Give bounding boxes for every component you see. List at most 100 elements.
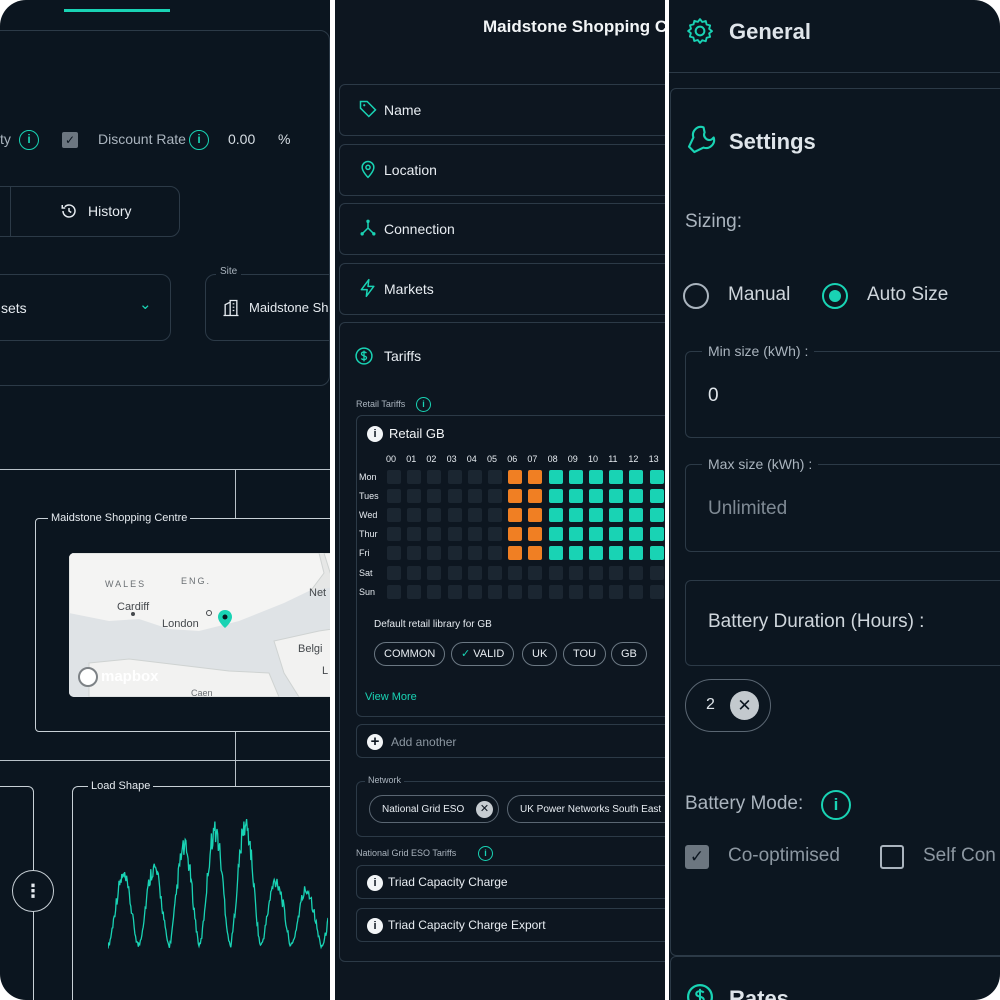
network-chip[interactable]: UK Power Networks South East <box>507 795 665 823</box>
tariff-item[interactable]: i Triad Capacity Charge <box>356 865 665 899</box>
network-chip[interactable]: National Grid ESO ✕ <box>369 795 499 823</box>
mode-checkbox-self-consumption[interactable]: Self Con <box>880 843 1000 871</box>
discount-rate-input[interactable]: 0.00 <box>228 131 255 147</box>
section-location[interactable]: Location <box>339 144 665 196</box>
network-legend: Network <box>365 775 405 785</box>
check-icon: ✓ <box>461 648 474 660</box>
tou-grid: 00 01 02 03 04 05 06 07 08 09 10 11 12 13 Mon Tues Wed Th… <box>357 416 665 616</box>
retail-tariff-card[interactable]: i Retail GB 00 01 02 03 04 05 06 07 08 09 10 11 12 13… <box>356 415 665 717</box>
info-icon[interactable]: i <box>478 846 493 861</box>
tou-cell <box>387 470 401 484</box>
tou-cell <box>629 527 644 542</box>
day-label: Tues <box>359 491 379 502</box>
tou-cell <box>528 584 543 599</box>
tou-cell <box>629 584 644 599</box>
assets-select[interactable]: sets ⌄ <box>0 274 171 341</box>
tou-cell <box>467 527 482 542</box>
info-icon[interactable]: i <box>19 130 39 150</box>
tou-cell <box>649 527 664 542</box>
radio-label: Auto Size <box>867 284 949 305</box>
hour-label: 07 <box>527 454 538 464</box>
connection-icon <box>360 219 376 236</box>
view-more-link[interactable]: View More <box>365 691 417 703</box>
active-tab-indicator <box>64 9 170 12</box>
radio-dot <box>829 290 841 302</box>
tou-cell <box>649 546 664 561</box>
site-legend: Site <box>216 266 242 277</box>
dollar-icon <box>687 984 713 1000</box>
hour-label: 13 <box>648 454 659 464</box>
settings-header[interactable]: Settings <box>685 124 885 158</box>
section-markets[interactable]: Markets <box>339 263 665 315</box>
section-label: Name <box>384 102 422 118</box>
pin-icon <box>361 160 375 179</box>
toggle-divider <box>10 187 11 236</box>
min-size-value: 0 <box>708 385 719 406</box>
tou-cell <box>528 508 543 523</box>
history-button[interactable]: History <box>60 200 160 224</box>
tou-cell <box>589 527 603 542</box>
site-map-card[interactable]: Maidstone Shopping Centre WALES ENG. Car… <box>35 512 330 732</box>
discount-checkbox[interactable]: ✓ <box>62 132 78 148</box>
tou-cell <box>528 470 543 484</box>
map-place-label: WALES <box>105 579 147 589</box>
site-select[interactable]: Site Maidstone Sh <box>205 266 330 341</box>
max-size-placeholder: Unlimited <box>708 498 788 519</box>
info-icon[interactable]: i <box>367 918 383 934</box>
tou-cell <box>629 489 644 504</box>
load-shape-chart <box>108 819 328 950</box>
radio-circle <box>683 283 709 309</box>
tariff-item[interactable]: i Triad Capacity Charge Export <box>356 908 665 942</box>
day-label: Sun <box>359 586 376 597</box>
info-icon[interactable]: i <box>821 790 851 820</box>
load-shape-card[interactable]: Load Shape <box>72 780 330 1000</box>
mode-checkbox-co-optimised[interactable]: ✓ Co-optimised <box>685 843 865 871</box>
radio-label: Manual <box>728 284 791 305</box>
city-dot <box>131 612 135 616</box>
battery-duration-field[interactable]: Battery Duration (Hours) : <box>685 580 1000 666</box>
section-connection[interactable]: Connection <box>339 203 665 255</box>
remove-chip-icon[interactable]: ✕ <box>476 801 493 818</box>
hour-label: 04 <box>466 454 477 464</box>
general-header[interactable]: General <box>685 14 885 48</box>
remove-chip-icon[interactable]: ✕ <box>730 691 759 720</box>
tou-cell <box>589 584 603 599</box>
duration-chip[interactable]: 2 ✕ <box>685 679 771 732</box>
hour-label: 05 <box>487 454 498 464</box>
max-size-field[interactable]: Max size (kWh) : Unlimited <box>685 456 1000 552</box>
tou-cell <box>407 565 422 580</box>
hour-label: 03 <box>446 454 457 464</box>
min-size-field[interactable]: Min size (kWh) : 0 <box>685 343 1000 438</box>
sizing-radio-manual[interactable]: Manual <box>683 282 813 310</box>
map-place-label: ENG. <box>181 576 212 586</box>
tou-cell <box>629 565 644 580</box>
tag-icon <box>359 100 377 118</box>
map-place-label: Net <box>309 587 327 599</box>
info-icon[interactable]: i <box>367 875 383 891</box>
tou-cell <box>548 584 563 599</box>
tariffs-header[interactable]: Tariffs <box>354 346 554 368</box>
tou-cell <box>488 470 502 484</box>
connector-line <box>235 732 236 786</box>
add-another-button[interactable]: + Add another <box>356 724 665 758</box>
tou-cell <box>568 527 583 542</box>
tag-uk: UK <box>522 642 558 666</box>
prev-field-label: ty <box>0 131 11 147</box>
sizing-radio-auto[interactable]: Auto Size <box>822 282 992 310</box>
right-panel: General Settings Sizing: Manual Auto Siz… <box>669 0 1000 1000</box>
more-options-button[interactable]: ⋮ <box>12 870 54 912</box>
sizing-label: Sizing: <box>685 211 743 232</box>
map-place-label: Belgi <box>298 643 323 655</box>
rates-header[interactable]: Rates <box>685 982 885 1000</box>
tou-cell <box>568 508 583 523</box>
tou-cell <box>629 508 644 523</box>
info-icon[interactable]: i <box>189 130 209 150</box>
tou-cell <box>427 470 442 484</box>
city-dot <box>206 610 212 616</box>
info-icon[interactable]: i <box>416 397 431 412</box>
location-pin-icon[interactable] <box>218 610 232 628</box>
tou-cell <box>548 489 563 504</box>
section-name[interactable]: Name <box>339 84 665 136</box>
tou-cell <box>589 565 603 580</box>
map-view[interactable]: WALES ENG. Cardiff London Net Belgi L Ca… <box>69 553 330 697</box>
